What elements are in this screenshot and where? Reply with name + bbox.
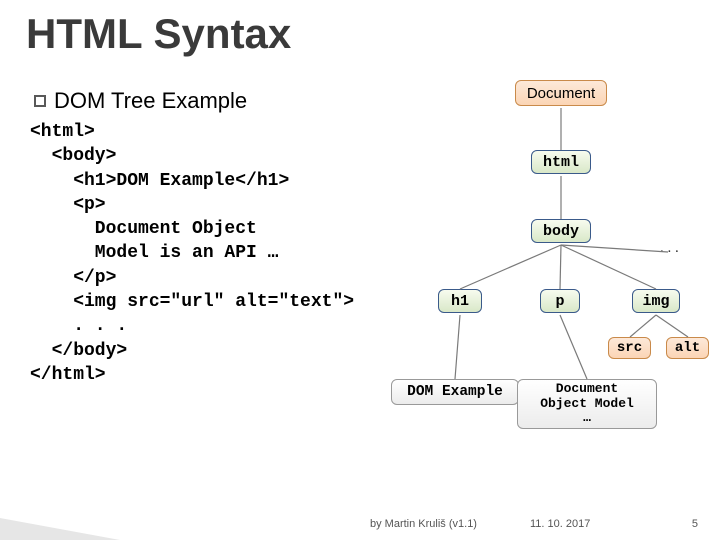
node-html: html [531, 150, 591, 174]
slide-title: HTML Syntax [26, 10, 291, 58]
node-src: src [608, 337, 651, 359]
bullet-square-icon [34, 95, 46, 107]
node-dom-example: DOM Example [391, 379, 519, 405]
slide-corner-decoration [0, 518, 120, 540]
bullet-text: DOM Tree Example [54, 88, 247, 113]
footer-date: 11. 10. 2017 [530, 518, 590, 530]
node-p: p [540, 289, 580, 313]
node-h1: h1 [438, 289, 482, 313]
bullet-heading: DOM Tree Example [34, 88, 247, 114]
code-block: <html> <body> <h1>DOM Example</h1> <p> D… [30, 120, 354, 387]
footer-author: by Martin Kruliš (v1.1) [370, 518, 477, 530]
footer-page: 5 [692, 518, 698, 530]
ellipsis: . . . [660, 240, 679, 257]
node-alt: alt [666, 337, 709, 359]
node-img: img [632, 289, 680, 313]
node-document: Document [515, 80, 607, 106]
node-dom-text: Document Object Model … [517, 379, 657, 429]
node-body: body [531, 219, 591, 243]
